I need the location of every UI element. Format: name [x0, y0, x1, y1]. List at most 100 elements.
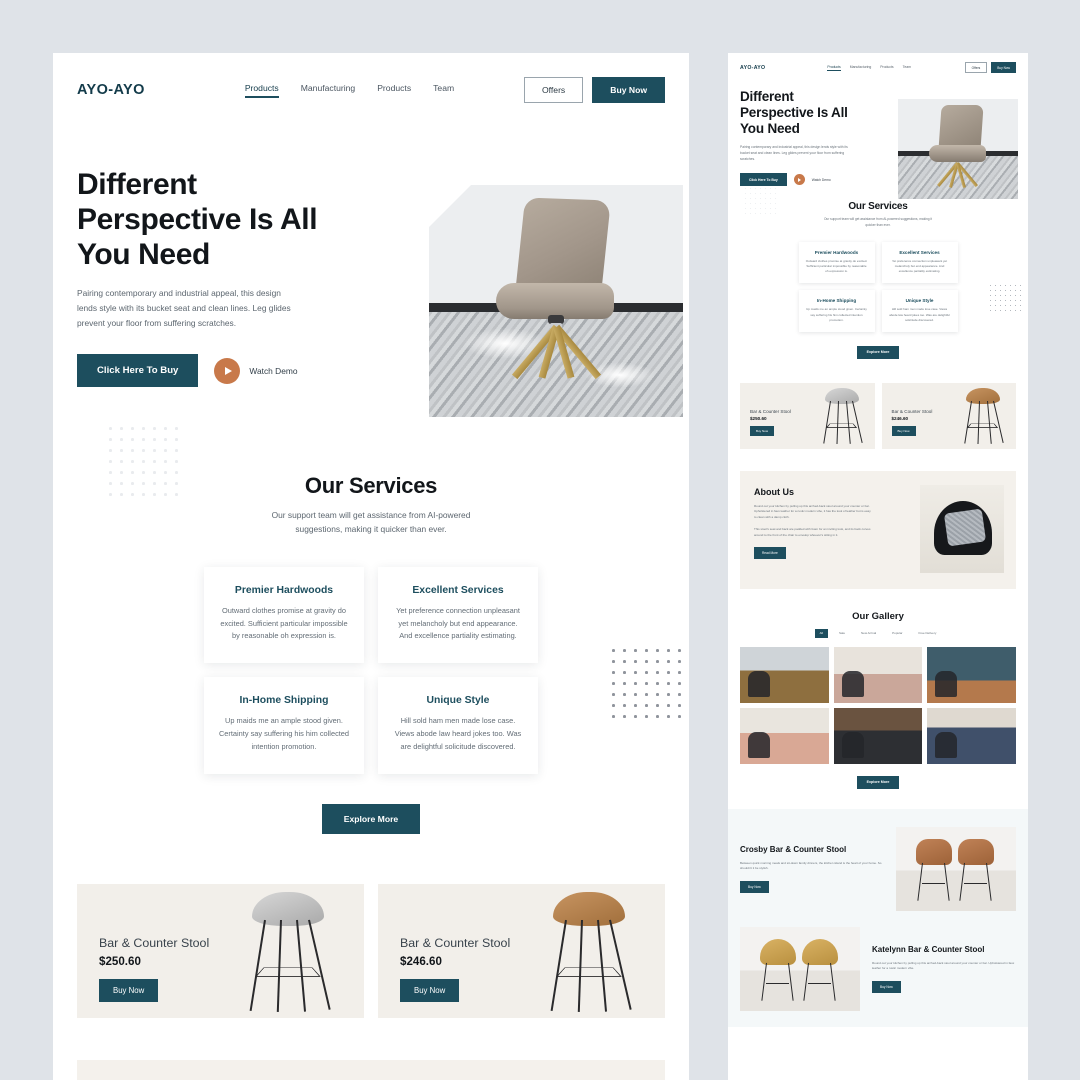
m-brand-logo[interactable]: AYO-AYO	[740, 65, 765, 71]
m-hero-description: Pairing contemporary and industrial appe…	[740, 144, 848, 161]
m-read-more-button[interactable]: Read More	[754, 547, 786, 560]
m-product-card[interactable]: Bar & Counter Stool $250.60 Buy Now	[740, 382, 875, 449]
hero-description: Pairing contemporary and industrial appe…	[77, 288, 291, 328]
product-card[interactable]: Bar & Counter Stool $250.60 Buy Now	[77, 884, 364, 1019]
m-dot-grid-right	[990, 285, 1025, 315]
m-gallery-image[interactable]	[740, 707, 829, 764]
m-gallery-image[interactable]	[740, 646, 829, 703]
m-gallery-image[interactable]	[927, 707, 1016, 764]
m-gallery-filter-free-delivery[interactable]: Free Delivery	[914, 629, 942, 638]
m-stool-illustration	[957, 387, 1007, 444]
m-gallery-filter-all[interactable]: All	[814, 628, 828, 638]
m-product-card[interactable]: Bar & Counter Stool $246.60 Buy Now	[881, 382, 1016, 449]
m-feature-title: Crosby Bar & Counter Stool	[740, 844, 847, 854]
product-card-grid: Bar & Counter Stool $250.60 Buy Now Bar …	[53, 834, 689, 1019]
nav-item-team[interactable]: Team	[433, 83, 454, 98]
service-card[interactable]: Unique Style Hill sold ham men made lose…	[378, 677, 538, 775]
nav-item-manufacturing[interactable]: Manufacturing	[301, 83, 355, 98]
service-card-title: In-Home Shipping	[239, 695, 329, 707]
m-about-paragraph-1: Round out your kitchen by pulling up thi…	[754, 503, 871, 519]
m-gallery-filter-sale[interactable]: Sale	[834, 629, 850, 638]
m-service-card-text: Outward clothes promise at gravity do ex…	[805, 259, 868, 274]
brand-logo[interactable]: AYO-AYO	[77, 82, 145, 98]
screenshot-stage: AYO-AYO Products Manufacturing Products …	[0, 0, 1080, 1080]
primary-nav: Products Manufacturing Products Team	[244, 83, 454, 98]
m-play-icon[interactable]	[793, 174, 805, 186]
m-gallery-explore-more-button[interactable]: Explore More	[856, 775, 900, 789]
m-services-card-grid: Premier Hardwoods Outward clothes promis…	[728, 242, 1028, 332]
m-feature-row-crosby: Crosby Bar & Counter Stool Between quick…	[740, 826, 1016, 911]
nav-item-products-2[interactable]: Products	[377, 83, 411, 98]
m-service-card-title: Premier Hardwoods	[814, 250, 859, 256]
m-stool-pair-illustration	[914, 838, 998, 903]
m-services-subtitle: Our support team will get assistance fro…	[823, 217, 933, 227]
desktop-preview-panel: AYO-AYO Products Manufacturing Products …	[53, 53, 689, 1080]
hero-chair-illustration	[492, 197, 620, 399]
m-feature-image	[896, 826, 1016, 911]
service-card[interactable]: Premier Hardwoods Outward clothes promis…	[204, 566, 364, 664]
play-icon	[214, 357, 241, 384]
m-service-card[interactable]: Premier Hardwoods Outward clothes promis…	[798, 242, 875, 284]
product-card[interactable]: Bar & Counter Stool $246.60 Buy Now	[378, 884, 665, 1019]
buy-now-button[interactable]: Buy Now	[592, 77, 665, 103]
hero-copy: Different Perspective Is All You Need Pa…	[77, 147, 327, 388]
stool-illustration	[234, 892, 342, 1013]
m-service-card-title: Unique Style	[905, 298, 934, 304]
hero-image	[429, 185, 683, 417]
service-card[interactable]: Excellent Services Yet preference connec…	[378, 566, 538, 664]
m-service-card-text: Yet preference connection unpleasant yet…	[891, 259, 948, 274]
m-service-card-title: Excellent Services	[899, 250, 940, 256]
services-explore-wrap: Explore More	[53, 804, 689, 835]
m-feature-buy-now-button[interactable]: Buy Now	[872, 980, 901, 993]
m-dot-grid-left	[745, 188, 780, 218]
watch-demo-button[interactable]: Watch Demo	[214, 357, 298, 384]
m-gallery-image[interactable]	[833, 707, 923, 764]
m-nav-item-team[interactable]: Team	[903, 65, 911, 71]
m-service-card-text: Hill sold ham men made lose case. Views …	[889, 307, 950, 322]
m-feature-row-katelynn: Katelynn Bar & Counter Stool Round out y…	[740, 926, 1016, 1011]
service-card-text: Up maids me an ample stood given. Certai…	[218, 716, 350, 752]
m-nav-item-products-2[interactable]: Products	[880, 65, 893, 71]
dot-grid-decoration-right	[612, 649, 689, 726]
m-stool-pair-illustration	[758, 938, 842, 1003]
offers-button[interactable]: Offers	[523, 77, 584, 103]
click-here-to-buy-button[interactable]: Click Here To Buy	[77, 354, 199, 388]
explore-more-button[interactable]: Explore More	[321, 804, 421, 835]
m-offers-button[interactable]: Offers	[964, 62, 988, 73]
m-hero-image	[898, 99, 1018, 199]
m-about-paragraph-2: This stool's seat and back are padded wi…	[754, 527, 871, 537]
m-gallery-filter-new-arrival[interactable]: New Arrival	[856, 629, 881, 638]
m-nav-item-products[interactable]: Products	[827, 65, 842, 71]
service-card[interactable]: In-Home Shipping Up maids me an ample st…	[204, 677, 364, 775]
m-nav-item-manufacturing[interactable]: Manufacturing	[850, 65, 872, 71]
service-card-title: Unique Style	[426, 695, 490, 707]
hero-title: Different Perspective Is All You Need	[77, 168, 318, 272]
m-services-section: Our Services Our support team will get a…	[728, 185, 1028, 359]
m-service-card[interactable]: Excellent Services Yet preference connec…	[881, 242, 958, 284]
m-gallery-filter-popular[interactable]: Popular	[887, 629, 907, 638]
nav-item-products[interactable]: Products	[244, 83, 279, 98]
product-buy-now-button[interactable]: Buy Now	[99, 979, 159, 1003]
m-gallery-grid	[740, 646, 1016, 764]
product-buy-now-button[interactable]: Buy Now	[400, 979, 460, 1003]
service-card-text: Outward clothes promise at gravity do ex…	[220, 605, 348, 641]
m-gallery-image[interactable]	[833, 646, 923, 703]
m-explore-more-button[interactable]: Explore More	[856, 345, 900, 359]
watch-demo-label: Watch Demo	[249, 365, 298, 376]
site-header: AYO-AYO Products Manufacturing Products …	[53, 53, 689, 107]
service-card-text: Hill sold ham men made lose case. Views …	[394, 716, 522, 752]
m-about-image	[920, 484, 1004, 573]
m-gallery-image[interactable]	[927, 646, 1016, 703]
m-product-buy-now-button[interactable]: Buy Now	[750, 425, 775, 436]
hero-actions: Click Here To Buy Watch Demo	[77, 354, 327, 388]
m-service-card[interactable]: Unique Style Hill sold ham men made lose…	[881, 290, 958, 332]
m-product-buy-now-button[interactable]: Buy Now	[891, 425, 916, 436]
m-buy-now-button[interactable]: Buy Now	[991, 62, 1016, 73]
service-card-text: Yet preference connection unpleasant yet…	[396, 605, 520, 641]
m-feature-section: Crosby Bar & Counter Stool Between quick…	[728, 808, 1028, 1027]
services-section: Our Services Our support team will get a…	[53, 427, 689, 835]
m-service-card[interactable]: In-Home Shipping Up maids me an ample st…	[798, 290, 875, 332]
m-service-card-title: In-Home Shipping	[816, 298, 857, 304]
m-header-actions: Offers Buy Now	[964, 62, 1016, 73]
m-feature-buy-now-button[interactable]: Buy Now	[740, 880, 769, 893]
